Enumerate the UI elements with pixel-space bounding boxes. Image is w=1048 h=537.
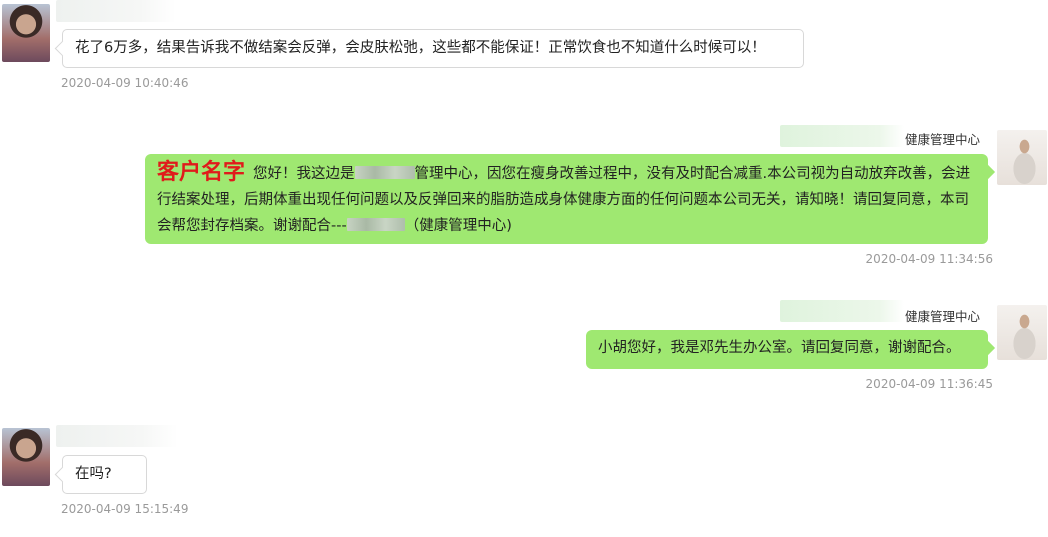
message-timestamp: 2020-04-09 11:36:45 <box>865 377 993 391</box>
sender-name-redacted <box>780 300 904 322</box>
message-bubble-outgoing[interactable]: 小胡您好，我是邓先生办公室。请回复同意，谢谢配合。 <box>586 330 988 369</box>
customer-name-placeholder: 客户名字 <box>157 159 246 185</box>
staff-avatar[interactable] <box>997 305 1047 360</box>
sender-name: 健康管理中心 <box>905 309 981 324</box>
message-text: 小胡您好，我是邓先生办公室。请回复同意，谢谢配合。 <box>598 340 961 356</box>
message-bubble-incoming[interactable]: 花了6万多，结果告诉我不做结案会反弹，会皮肤松弛，这些都不能保证！正常饮食也不知… <box>62 29 804 68</box>
redacted-text <box>346 218 405 231</box>
message-bubble-outgoing[interactable]: 客户名字 您好！我这边是 管理中心，因您在瘦身改善过程中，没有及时配合减重.本公司视… <box>145 154 988 244</box>
customer-name-redacted <box>56 0 176 22</box>
message-text: 花了6万多，结果告诉我不做结案会反弹，会皮肤松弛，这些都不能保证！正常饮食也不知… <box>75 40 766 56</box>
sender-name: 健康管理中心 <box>905 132 981 147</box>
sender-name-redacted <box>780 125 904 147</box>
message-timestamp: 2020-04-09 10:40:46 <box>61 76 189 90</box>
message-timestamp: 2020-04-09 15:15:49 <box>61 502 189 516</box>
message-text: 您好！我这边是 <box>253 166 355 182</box>
message-timestamp: 2020-04-09 11:34:56 <box>865 252 993 266</box>
message-bubble-incoming[interactable]: 在吗? <box>62 455 147 494</box>
redacted-text <box>354 166 415 179</box>
customer-name-redacted <box>56 425 178 447</box>
message-text: 在吗? <box>75 466 112 482</box>
message-text: （健康管理中心) <box>404 218 512 234</box>
staff-avatar[interactable] <box>997 130 1047 185</box>
customer-avatar[interactable] <box>2 428 50 486</box>
customer-avatar[interactable] <box>2 4 50 62</box>
